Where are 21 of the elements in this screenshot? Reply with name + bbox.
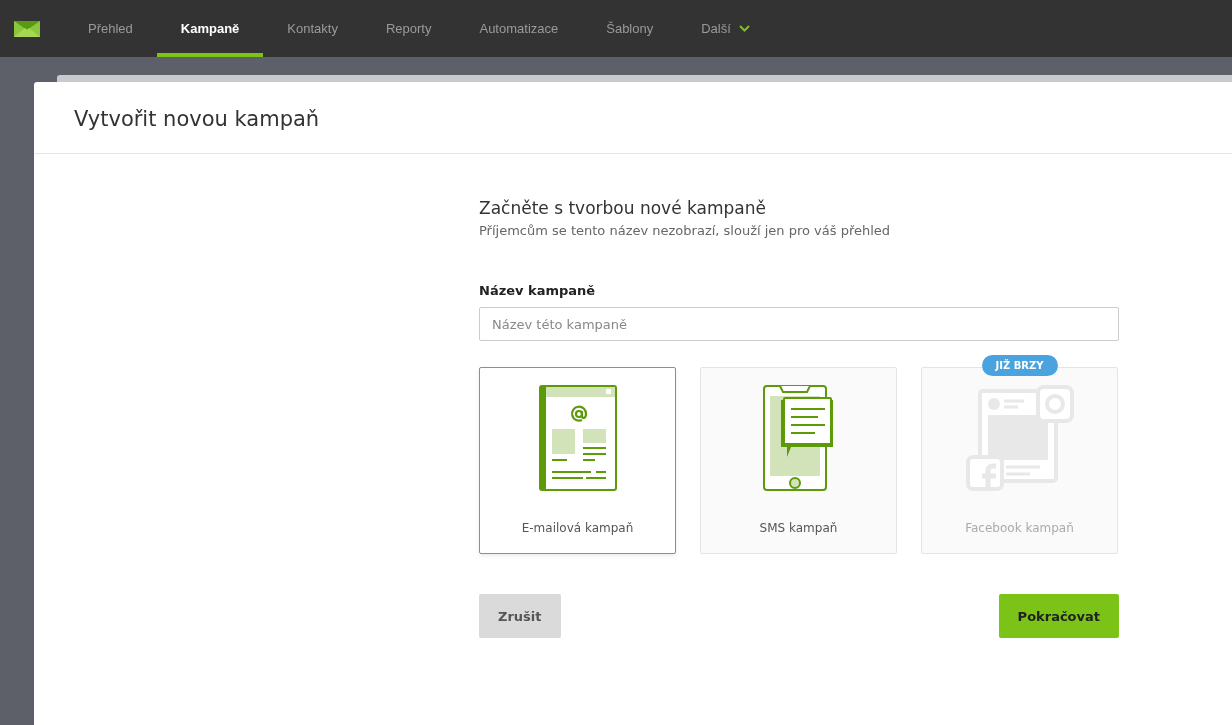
envelope-logo-icon[interactable]	[14, 20, 40, 37]
field-label: Název kampaně	[479, 283, 597, 298]
nav-tab[interactable]: Kampaně	[156, 0, 264, 57]
email-newsletter-icon	[538, 385, 617, 491]
dialog-title: Vytvořit novou kampaň	[34, 82, 1232, 154]
continue-button[interactable]: Pokračovat	[998, 594, 1119, 638]
nav-tab[interactable]: Automatizace	[455, 0, 583, 57]
campaign-type-card[interactable]: E-mailová kampaň	[479, 367, 676, 554]
section-description: Příjemcům se tento název nezobrazí, slouží jen pro váš přehled	[479, 223, 892, 238]
section-heading: Začněte s tvorbou nové kampaně	[479, 198, 767, 218]
nav-tab[interactable]: Reporty	[361, 0, 456, 57]
nav-tab[interactable]: Přehled	[64, 0, 157, 57]
nav-tab[interactable]: Další	[677, 0, 774, 57]
chevron-down-icon	[738, 25, 750, 32]
cancel-button[interactable]: Zrušit	[479, 594, 561, 638]
phone-message-icon	[762, 385, 835, 491]
campaign-type-card[interactable]: SMS kampaň	[700, 367, 897, 554]
nav-tab[interactable]: Šablony	[582, 0, 678, 57]
campaign-name-input[interactable]: Název této kampaně	[479, 307, 1119, 341]
nav-tab[interactable]: Kontakty	[263, 0, 362, 57]
coming-soon-badge: JIŽ BRZY	[981, 355, 1058, 376]
